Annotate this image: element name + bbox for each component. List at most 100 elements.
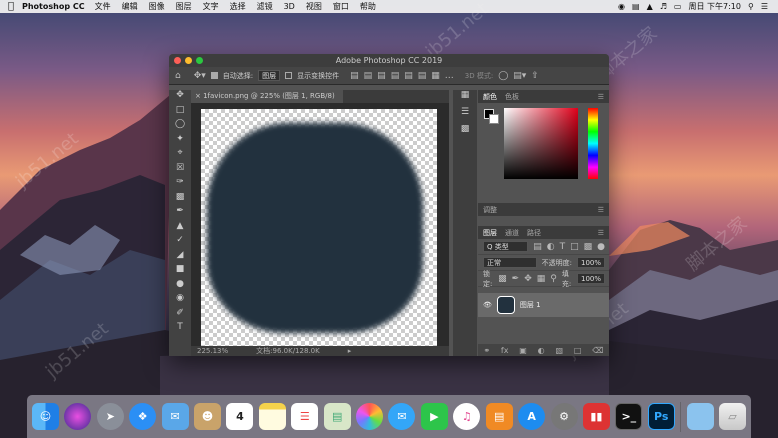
history-brush-tool-icon[interactable]: ✓ (169, 235, 191, 250)
color-field[interactable] (504, 108, 578, 179)
3d-icon[interactable]: ◯ (498, 71, 508, 81)
stamp-tool-icon[interactable]: ▲ (169, 221, 191, 236)
menu-view[interactable]: 视图 (306, 1, 322, 12)
tab-adjustments[interactable]: 调整 (483, 205, 497, 215)
fx-icon[interactable]: fx (501, 346, 509, 355)
notes-icon[interactable] (258, 403, 286, 430)
lock-position-icon[interactable]: ✥ (524, 274, 532, 284)
close-button[interactable] (174, 57, 181, 64)
tab-layers[interactable]: 图层 (483, 228, 497, 238)
gradient-tool-icon[interactable]: ■ (169, 264, 191, 279)
eraser-tool-icon[interactable]: ◢ (169, 250, 191, 265)
layer-row[interactable]: 👁 图层 1 (478, 293, 609, 317)
apple-icon[interactable]:  (0, 1, 22, 12)
itunes-icon[interactable]: ♫ (453, 403, 481, 430)
dodge-tool-icon[interactable]: ◉ (169, 293, 191, 308)
layer-thumbnail[interactable] (496, 296, 515, 314)
close-tab-icon[interactable]: × (195, 92, 203, 100)
finder-icon[interactable]: ☺ (32, 403, 59, 430)
fill-input[interactable]: 100% (576, 273, 605, 284)
search-icon[interactable]: ⚲ (748, 2, 754, 11)
layer-name[interactable]: 图层 1 (520, 300, 541, 310)
photoshop-icon[interactable]: Ps (647, 403, 675, 430)
siri-icon[interactable] (64, 403, 92, 430)
pen-tool-icon[interactable]: ✐ (169, 308, 191, 323)
align-left-icon[interactable]: ▤ (350, 71, 359, 81)
align-middle-icon[interactable]: ▤ (404, 71, 413, 81)
panel-menu-icon[interactable]: ☰ (598, 229, 604, 237)
share-icon[interactable]: ⇧ (531, 71, 539, 81)
blend-mode-select[interactable]: 正常 (483, 257, 537, 268)
show-transform-checkbox[interactable] (285, 72, 293, 79)
parallels-icon[interactable]: ▮▮ (582, 403, 610, 430)
crop-tool-icon[interactable]: ⌖ (169, 148, 191, 163)
link-layers-icon[interactable]: ⚭ (483, 346, 490, 355)
photos-icon[interactable] (356, 403, 384, 430)
menu-image[interactable]: 图像 (149, 1, 165, 12)
kind-filter-select[interactable]: Q 类型 (483, 241, 529, 252)
folder-icon[interactable] (686, 403, 714, 430)
add-mask-icon[interactable]: ▣ (519, 346, 527, 355)
minimize-button[interactable] (185, 57, 192, 64)
properties-icon[interactable]: ☰ (453, 107, 477, 124)
menu-edit[interactable]: 编辑 (122, 1, 138, 12)
menu-3d[interactable]: 3D (284, 2, 295, 11)
display-icon[interactable]: ▤ (632, 2, 640, 11)
more-icon[interactable]: … (445, 71, 454, 81)
brush-tool-icon[interactable]: ✒ (169, 206, 191, 221)
quick-select-tool-icon[interactable]: ✦ (169, 134, 191, 149)
healing-tool-icon[interactable]: ▩ (169, 192, 191, 207)
status-arrow-icon[interactable]: ▸ (348, 347, 352, 355)
wifi-icon[interactable]: ▲ (647, 2, 653, 11)
filter-toggle-icon[interactable]: ● (597, 242, 605, 252)
tab-paths[interactable]: 路径 (527, 228, 541, 238)
launchpad-icon[interactable]: ➤ (96, 403, 124, 430)
zoom-button[interactable] (196, 57, 203, 64)
creative-cloud-icon[interactable]: ◉ (618, 2, 625, 11)
systemprefs-icon[interactable]: ⚙ (550, 403, 578, 430)
visibility-eye-icon[interactable]: 👁 (483, 301, 492, 309)
menu-layer[interactable]: 图层 (176, 1, 192, 12)
filter-smart-icon[interactable]: ▩ (584, 242, 593, 252)
lock-brush-icon[interactable]: ✒ (512, 274, 520, 284)
menu-select[interactable]: 选择 (230, 1, 246, 12)
move-tool-icon[interactable]: ✥ (169, 90, 191, 105)
zoom-level[interactable]: 225.13% (197, 347, 228, 355)
marquee-tool-icon[interactable]: □ (169, 105, 191, 120)
messages-icon[interactable]: ✉ (388, 403, 416, 430)
lock-artboard-icon[interactable]: ▦ (537, 274, 546, 284)
menu-list-icon[interactable]: ☰ (761, 2, 768, 11)
new-group-icon[interactable]: ▧ (555, 346, 563, 355)
home-icon[interactable]: ⌂ (175, 71, 181, 81)
blur-tool-icon[interactable]: ● (169, 279, 191, 294)
appstore-icon[interactable]: A (518, 403, 546, 430)
preview-icon[interactable]: ▤ (323, 403, 351, 430)
lock-all-icon[interactable]: ⚲ (550, 274, 557, 284)
panel-menu-icon[interactable]: ☰ (598, 206, 604, 214)
tab-color[interactable]: 颜色 (483, 92, 497, 102)
safari-icon[interactable]: ❖ (129, 403, 157, 430)
filter-pixel-icon[interactable]: ▤ (533, 242, 542, 252)
background-color-swatch[interactable] (489, 114, 499, 124)
calendar-icon[interactable]: 4 (226, 403, 254, 430)
align-right-icon[interactable]: ▤ (377, 71, 386, 81)
auto-select-checkbox[interactable] (210, 72, 218, 79)
ibooks-icon[interactable]: ▤ (485, 403, 513, 430)
adjustment-layer-icon[interactable]: ◐ (538, 346, 545, 355)
align-top-icon[interactable]: ▤ (391, 71, 400, 81)
volume-icon[interactable]: ♬ (660, 2, 667, 11)
eyedropper-tool-icon[interactable]: ✑ (169, 177, 191, 192)
align-bottom-icon[interactable]: ▤ (418, 71, 427, 81)
document-tab[interactable]: × 1favicon.png @ 225% (图层 1, RGB/8) (191, 90, 343, 103)
lasso-tool-icon[interactable]: ◯ (169, 119, 191, 134)
new-layer-icon[interactable]: □ (574, 346, 582, 355)
mail-icon[interactable]: ✉ (161, 403, 189, 430)
align-center-icon[interactable]: ▤ (364, 71, 373, 81)
workspace-icon[interactable]: ▤▾ (513, 71, 526, 81)
clock[interactable]: 周日 下午7:10 (688, 1, 741, 12)
frame-tool-icon[interactable]: ☒ (169, 163, 191, 178)
canvas-area[interactable] (191, 103, 449, 346)
type-tool-icon[interactable]: T (169, 322, 191, 337)
adjust-icon[interactable]: ▩ (453, 124, 477, 141)
menu-type[interactable]: 文字 (203, 1, 219, 12)
